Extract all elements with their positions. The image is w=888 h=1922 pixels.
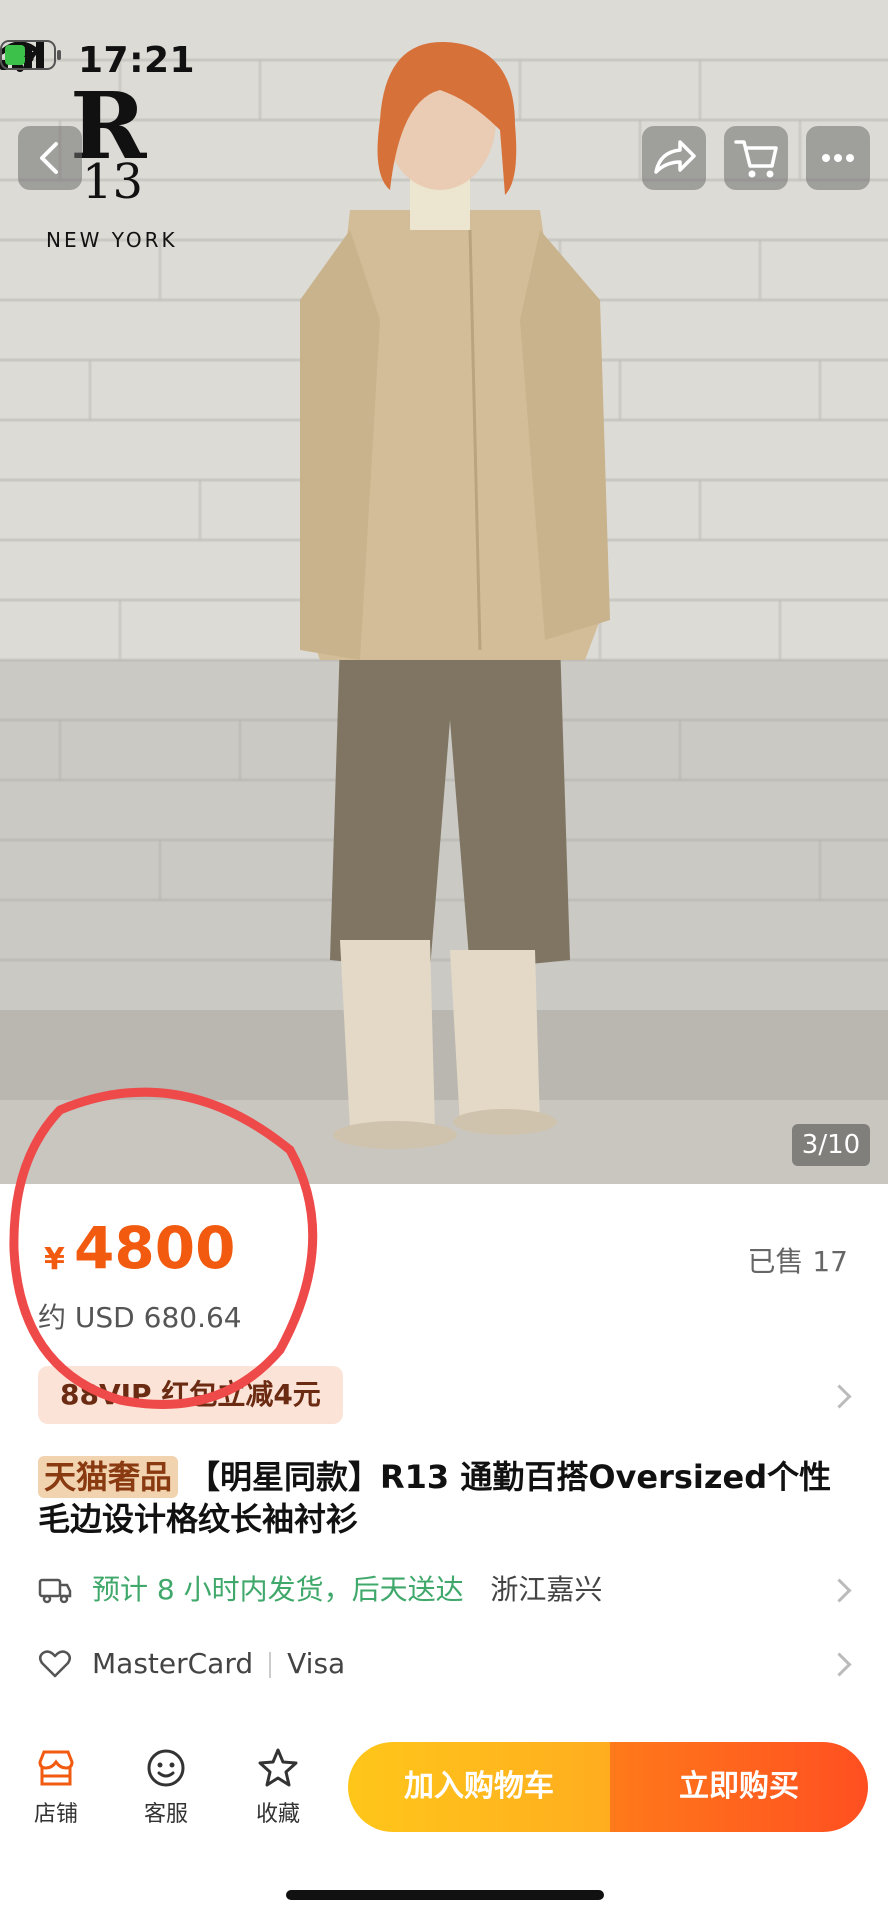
store-button[interactable]: 店铺 <box>16 1746 96 1828</box>
share-arrow-icon <box>654 140 696 174</box>
cta-group: 加入购物车 立即购买 <box>348 1742 868 1832</box>
star-outline-icon <box>258 1748 298 1787</box>
payment-row[interactable]: MasterCard Visa <box>38 1644 858 1684</box>
shopping-cart-icon <box>734 140 778 178</box>
product-title-block: 天猫奢品 【明星同款】R13 通勤百搭Oversized个性毛边设计格纹长袖衬衫 <box>38 1456 858 1540</box>
favorite-button[interactable]: 收藏 <box>238 1746 318 1828</box>
heart-outline-icon <box>39 1650 71 1678</box>
home-indicator <box>286 1890 604 1900</box>
shipping-estimate: 预计 8 小时内发货，后天送达 <box>92 1573 464 1606</box>
more-button[interactable] <box>806 126 870 190</box>
image-counter: 3/10 <box>792 1124 870 1166</box>
logo-city: NEW YORK <box>46 228 178 252</box>
red-circle-annotation <box>9 1087 318 1409</box>
delivery-truck-icon <box>38 1578 72 1604</box>
buy-now-button[interactable]: 立即购买 <box>610 1742 868 1832</box>
shipping-origin: 浙江嘉兴 <box>490 1573 603 1606</box>
chevron-left-icon <box>40 142 58 174</box>
share-button[interactable] <box>642 126 706 190</box>
back-button[interactable] <box>18 126 82 190</box>
service-label: 客服 <box>143 1802 188 1827</box>
battery-charging-icon <box>0 40 61 70</box>
payment-visa: Visa <box>287 1647 346 1680</box>
chevron-right-icon[interactable] <box>827 1384 852 1409</box>
cart-button[interactable] <box>724 126 788 190</box>
divider <box>269 1652 272 1678</box>
product-image[interactable]: 17:21 R 13 NEW YORK 3/10 <box>0 0 888 1184</box>
shipping-row[interactable]: 预计 8 小时内发货，后天送达 浙江嘉兴 <box>38 1570 858 1610</box>
tmall-luxury-badge: 天猫奢品 <box>38 1456 179 1498</box>
more-dots-icon <box>822 154 854 162</box>
add-to-cart-button[interactable]: 加入购物车 <box>348 1742 610 1832</box>
sold-count: 已售 17 <box>747 1245 848 1278</box>
favorite-label: 收藏 <box>255 1802 300 1827</box>
customer-service-icon <box>147 1749 185 1787</box>
payment-mastercard: MasterCard <box>92 1647 254 1680</box>
store-label: 店铺 <box>33 1802 78 1827</box>
customer-service-button[interactable]: 客服 <box>126 1746 206 1828</box>
logo-number: 13 <box>82 154 144 210</box>
store-icon <box>38 1750 74 1786</box>
